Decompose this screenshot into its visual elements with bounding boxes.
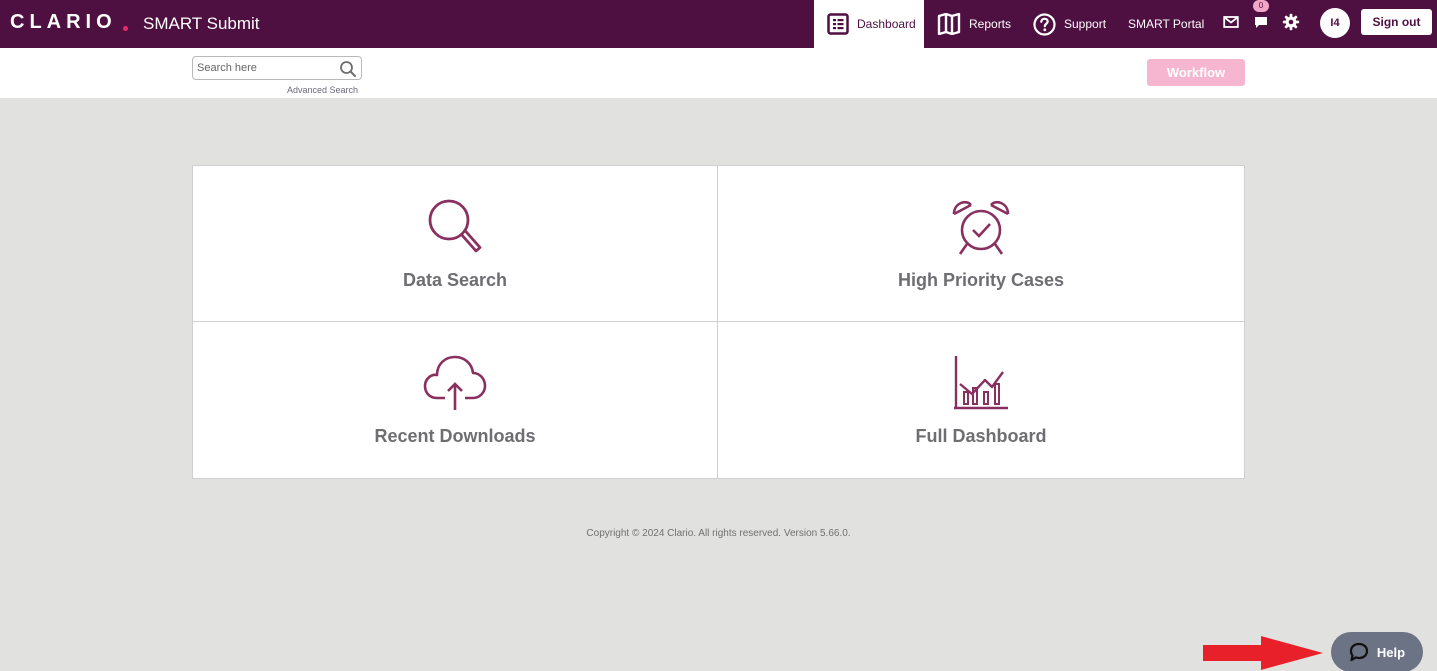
nav-dashboard[interactable]: Dashboard — [814, 0, 924, 48]
workflow-button[interactable]: Workflow — [1147, 59, 1245, 86]
nav-dashboard-label: Dashboard — [857, 17, 916, 31]
nav-smart-portal-label: SMART Portal — [1128, 17, 1205, 31]
tile-recent-downloads[interactable]: Recent Downloads — [193, 322, 718, 478]
advanced-search-link[interactable]: Advanced Search — [287, 85, 358, 95]
red-arrow-icon — [1203, 636, 1323, 670]
nav-reports-label: Reports — [969, 17, 1012, 31]
top-nav-bar: CLARIO SMART Submit Dashboard Reports Su… — [0, 0, 1437, 48]
tile-label: Full Dashboard — [915, 426, 1047, 446]
gear-icon[interactable] — [1282, 13, 1300, 31]
tile-label: High Priority Cases — [897, 270, 1065, 290]
nav-reports[interactable]: Reports — [937, 0, 1011, 48]
help-label: Help — [1376, 644, 1406, 660]
tile-high-priority-cases[interactable]: High Priority Cases — [718, 166, 1244, 322]
sign-out-button[interactable]: Sign out — [1361, 9, 1432, 35]
logo-dot-icon — [123, 26, 128, 31]
dashboard-icon — [827, 13, 849, 35]
clario-logo[interactable]: CLARIO — [10, 11, 117, 34]
search-icon[interactable] — [339, 60, 357, 78]
tile-data-search[interactable]: Data Search — [193, 166, 718, 322]
chat-icon[interactable] — [1254, 16, 1268, 29]
mail-icon[interactable] — [1223, 15, 1239, 29]
user-avatar[interactable]: I4 — [1320, 8, 1350, 38]
cloud-upload-icon — [423, 355, 487, 410]
notification-badge: 0 — [1253, 0, 1269, 12]
search-box — [192, 56, 362, 80]
help-button[interactable]: Help — [1331, 632, 1423, 671]
dashboard-tiles: Data Search High Priority Cases Recent D… — [192, 165, 1245, 479]
nav-smart-portal[interactable]: SMART Portal — [1128, 0, 1204, 48]
tile-full-dashboard[interactable]: Full Dashboard — [718, 322, 1244, 478]
copyright-text: Copyright © 2024 Clario. All rights rese… — [586, 528, 851, 539]
bar-chart-icon — [954, 356, 1008, 410]
tile-label: Data Search — [402, 270, 508, 290]
book-icon — [937, 13, 961, 35]
nav-support-label: Support — [1064, 17, 1107, 31]
tile-label: Recent Downloads — [374, 426, 536, 446]
nav-support[interactable]: Support — [1033, 0, 1106, 48]
magnifier-icon — [428, 199, 482, 253]
search-toolbar: Advanced Search Workflow — [0, 48, 1437, 98]
app-title: SMART Submit — [143, 14, 260, 33]
search-input[interactable] — [197, 60, 332, 76]
chat-bubble-icon — [1349, 642, 1369, 662]
alarm-clock-icon — [952, 201, 1010, 255]
question-circle-icon — [1033, 12, 1056, 36]
